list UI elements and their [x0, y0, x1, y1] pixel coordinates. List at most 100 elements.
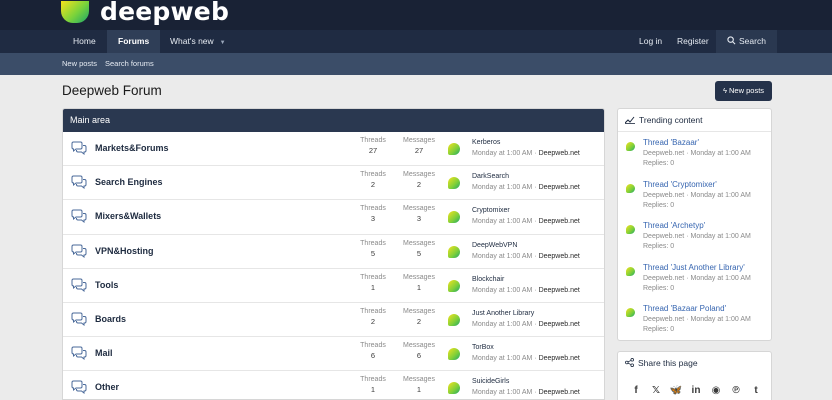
- avatar[interactable]: [626, 183, 635, 193]
- latest-time[interactable]: Monday at 1:00 AM: [472, 287, 532, 294]
- trending-thread-link[interactable]: Thread 'Cryptomixer': [643, 180, 717, 189]
- avatar[interactable]: [626, 266, 635, 276]
- latest-user[interactable]: Deepweb.net: [539, 184, 580, 191]
- reddit-icon[interactable]: ◉: [706, 385, 726, 396]
- forum-row: Mail Threads 6 Messages 6 TorBox Monday …: [63, 337, 604, 372]
- threads-count: 2: [370, 316, 376, 326]
- linkedin-icon[interactable]: in: [686, 385, 706, 396]
- messages-stat: Messages 5: [399, 240, 439, 258]
- forum-name[interactable]: Tools: [95, 280, 118, 290]
- avatar[interactable]: [626, 225, 635, 234]
- forum-name[interactable]: Boards: [95, 314, 126, 324]
- pinterest-icon[interactable]: ℗: [726, 385, 746, 396]
- site-header: deepweb: [0, 0, 832, 30]
- forum-name[interactable]: Other: [95, 382, 119, 392]
- latest-user[interactable]: Deepweb.net: [539, 287, 580, 294]
- latest-thread-link[interactable]: SuicideGirls: [472, 378, 509, 385]
- latest-user[interactable]: Deepweb.net: [539, 150, 580, 157]
- register-link[interactable]: Register: [666, 30, 720, 53]
- search-button[interactable]: Search: [716, 30, 777, 53]
- trending-thread-link[interactable]: Thread 'Just Another Library': [643, 263, 745, 272]
- trending-time[interactable]: Monday at 1:00 AM: [691, 192, 751, 199]
- threads-stat: Threads 6: [353, 342, 393, 360]
- subnav-new-posts[interactable]: New posts: [62, 53, 97, 75]
- avatar[interactable]: [626, 308, 635, 317]
- section-title[interactable]: Main area: [63, 109, 604, 132]
- search-icon: [727, 36, 736, 45]
- messages-label: Messages: [403, 342, 435, 350]
- latest-time[interactable]: Monday at 1:00 AM: [472, 389, 532, 396]
- latest-time[interactable]: Monday at 1:00 AM: [472, 150, 532, 157]
- sub-nav: New posts Search forums: [0, 53, 832, 75]
- tab-whats-new[interactable]: What's new ▼: [159, 30, 237, 53]
- latest-user[interactable]: Deepweb.net: [539, 321, 580, 328]
- forum-chat-icon: [71, 175, 87, 190]
- forum-chat-icon: [71, 380, 87, 395]
- chevron-down-icon[interactable]: ▼: [220, 40, 226, 46]
- share-icon: [625, 358, 634, 367]
- avatar[interactable]: [448, 382, 460, 395]
- trending-replies: Replies: 0: [643, 243, 675, 250]
- latest-thread-link[interactable]: DarkSearch: [472, 173, 509, 180]
- trending-thread-link[interactable]: Thread 'Archetyp': [643, 221, 705, 230]
- trending-user[interactable]: Deepweb.net: [643, 275, 684, 282]
- trending-thread-link[interactable]: Thread 'Bazaar Poland': [643, 304, 726, 313]
- latest-time[interactable]: Monday at 1:00 AM: [472, 355, 532, 362]
- x-icon[interactable]: 𝕏: [646, 385, 666, 396]
- avatar[interactable]: [448, 177, 460, 190]
- trending-time[interactable]: Monday at 1:00 AM: [691, 150, 751, 157]
- tab-home[interactable]: Home: [62, 30, 107, 53]
- trending-user[interactable]: Deepweb.net: [643, 316, 684, 323]
- forum-name[interactable]: Search Engines: [95, 177, 163, 187]
- site-logo[interactable]: deepweb: [61, 0, 229, 30]
- threads-label: Threads: [360, 205, 386, 213]
- latest-thread-link[interactable]: DeepWebVPN: [472, 242, 517, 249]
- trending-time[interactable]: Monday at 1:00 AM: [691, 233, 751, 240]
- threads-label: Threads: [360, 171, 386, 179]
- latest-time[interactable]: Monday at 1:00 AM: [472, 321, 532, 328]
- avatar[interactable]: [448, 348, 460, 361]
- latest-thread-link[interactable]: Just Another Library: [472, 310, 534, 317]
- avatar[interactable]: [448, 313, 460, 326]
- tab-forums[interactable]: Forums: [107, 30, 161, 53]
- latest-thread-link[interactable]: Cryptomixer: [472, 207, 510, 214]
- trending-time[interactable]: Monday at 1:00 AM: [691, 275, 751, 282]
- latest-thread-link[interactable]: TorBox: [472, 344, 494, 351]
- latest-meta: Monday at 1:00 AM · Deepweb.net: [472, 320, 580, 328]
- subnav-search-forums[interactable]: Search forums: [105, 53, 154, 75]
- facebook-icon[interactable]: f: [626, 385, 646, 396]
- forum-name[interactable]: Mixers&Wallets: [95, 211, 161, 221]
- forum-name[interactable]: Markets&Forums: [95, 143, 169, 153]
- new-posts-button[interactable]: ϟ New posts: [715, 81, 772, 101]
- trending-thread-link[interactable]: Thread 'Bazaar': [643, 138, 699, 147]
- avatar[interactable]: [448, 143, 460, 155]
- latest-user[interactable]: Deepweb.net: [539, 355, 580, 362]
- trending-user[interactable]: Deepweb.net: [643, 233, 684, 240]
- avatar[interactable]: [626, 142, 635, 151]
- threads-label: Threads: [360, 307, 386, 315]
- latest-user[interactable]: Deepweb.net: [539, 389, 580, 396]
- trending-meta: Deepweb.net · Monday at 1:00 AM: [643, 191, 751, 199]
- messages-stat: Messages 1: [399, 274, 439, 292]
- bluesky-icon[interactable]: 🦋: [666, 385, 686, 396]
- avatar[interactable]: [448, 279, 460, 292]
- forum-name[interactable]: Mail: [95, 348, 113, 358]
- latest-time[interactable]: Monday at 1:00 AM: [472, 218, 532, 225]
- latest-thread-link[interactable]: Kerberos: [472, 139, 500, 146]
- avatar[interactable]: [448, 211, 460, 224]
- tumblr-icon[interactable]: t: [746, 385, 766, 396]
- messages-stat: Messages 1: [399, 376, 439, 394]
- avatar[interactable]: [448, 245, 460, 258]
- trending-user[interactable]: Deepweb.net: [643, 150, 684, 157]
- trending-user[interactable]: Deepweb.net: [643, 192, 684, 199]
- latest-user[interactable]: Deepweb.net: [539, 253, 580, 260]
- latest-user[interactable]: Deepweb.net: [539, 218, 580, 225]
- latest-meta: Monday at 1:00 AM · Deepweb.net: [472, 150, 580, 157]
- latest-time[interactable]: Monday at 1:00 AM: [472, 253, 532, 260]
- trending-time[interactable]: Monday at 1:00 AM: [691, 316, 751, 323]
- forum-row: Tools Threads 1 Messages 1 Blockchair Mo…: [63, 269, 604, 303]
- forum-name[interactable]: VPN&Hosting: [95, 246, 154, 256]
- forum-row: Markets&Forums Threads 27 Messages 27 Ke…: [63, 132, 604, 167]
- latest-time[interactable]: Monday at 1:00 AM: [472, 184, 532, 191]
- latest-thread-link[interactable]: Blockchair: [472, 276, 504, 283]
